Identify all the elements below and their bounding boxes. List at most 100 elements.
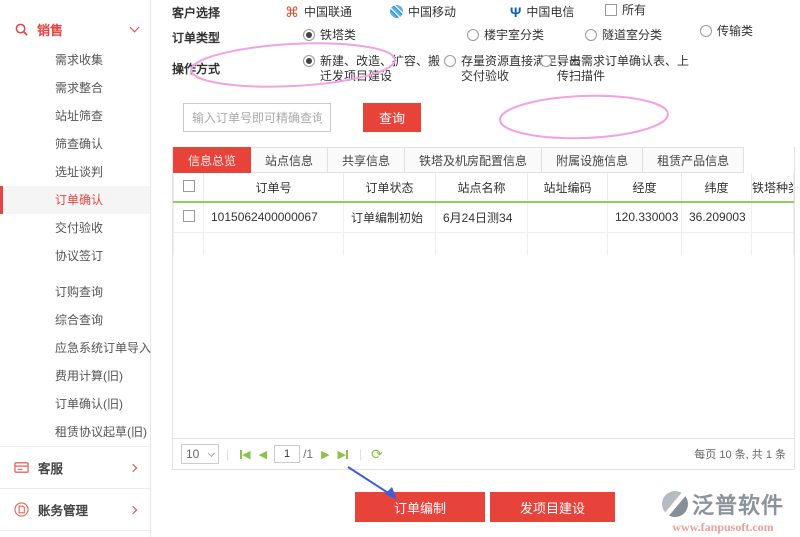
sidebar-section-accounting[interactable]: 账务管理 (0, 488, 150, 530)
order-type-label: 订单类型 (172, 29, 220, 46)
cell-site-code (528, 202, 608, 232)
order-search-input[interactable] (183, 103, 331, 132)
compose-order-button[interactable]: 订单编制 (355, 492, 485, 522)
tab-share-info[interactable]: 共享信息 (328, 147, 405, 173)
operation-export-form-radio[interactable]: 导出需求订单确认表、上传扫描件 (540, 54, 692, 84)
page-size-select[interactable]: 10 (181, 444, 219, 464)
tab-info-overview[interactable]: 信息总览 (173, 147, 251, 173)
col-order-no: 订单号 (204, 173, 344, 202)
prev-page-button[interactable]: ◀ (259, 448, 267, 461)
operation-mode-label: 操作方式 (172, 60, 220, 77)
first-page-button[interactable]: ◀ (240, 448, 250, 461)
cell-tower-type (752, 202, 794, 232)
chevron-down-icon (208, 449, 215, 456)
china-unicom-icon: ⌘ (285, 5, 299, 19)
china-telecom-icon: Ψ (510, 5, 521, 19)
col-site-code: 站址编码 (528, 173, 608, 202)
sidebar-item-purchase-query[interactable]: 订购查询 (0, 278, 150, 306)
sidebar-item-site-screen[interactable]: 站址筛查 (0, 102, 150, 130)
order-type-transmission-radio[interactable]: 传输类 (700, 24, 755, 39)
sidebar-item-emergency-import[interactable]: 应急系统订单导入 (0, 334, 150, 362)
tab-attached-facility[interactable]: 附属设施信息 (542, 147, 643, 173)
col-longitude: 经度 (608, 173, 682, 202)
order-type-building-radio[interactable]: 楼宇室分类 (467, 28, 544, 43)
brand-name: 泛普软件 (692, 488, 784, 520)
col-order-status: 订单状态 (344, 173, 436, 202)
service-card-icon (14, 460, 29, 475)
cell-longitude: 120.330003 (608, 202, 682, 232)
customer-all-checkbox[interactable]: 所有 (605, 3, 646, 18)
sidebar-item-demand-merge[interactable]: 需求整合 (0, 74, 150, 102)
order-panel: 信息总览 站点信息 共享信息 铁塔及机房配置信息 附属设施信息 租赁产品信息 订… (172, 147, 795, 470)
next-page-button[interactable]: ▶ (321, 448, 329, 461)
radio-icon (700, 25, 712, 37)
radio-icon (540, 55, 552, 67)
tab-site-info[interactable]: 站点信息 (251, 147, 328, 173)
radio-checked-icon (303, 55, 315, 67)
last-page-button[interactable]: ▶ (338, 448, 348, 461)
sidebar-customer-service-label: 客服 (38, 458, 130, 477)
query-button[interactable]: 查询 (363, 103, 421, 132)
refresh-icon[interactable]: ⟳ (371, 446, 383, 463)
fanpu-logo-icon (662, 491, 688, 517)
pagination-bar: 10 | ◀ ◀ /1 ▶ ▶ | ⟳ 每页 10 条, 共 1 条 (173, 438, 794, 469)
col-tower-type: 铁塔种类 (752, 173, 794, 202)
sidebar-section-sales[interactable]: 销售 (0, 12, 150, 46)
radio-icon (444, 55, 456, 67)
select-all-checkbox[interactable] (183, 180, 195, 192)
col-latitude: 纬度 (682, 173, 752, 202)
sidebar-item-agreement-sign[interactable]: 协议签订 (0, 242, 150, 270)
cell-site-name: 6月24日测34 (436, 202, 528, 232)
page-number-input[interactable] (274, 445, 300, 463)
sidebar-gap (0, 270, 150, 278)
sidebar-item-fee-calc-old[interactable]: 费用计算(旧) (0, 362, 150, 390)
radio-icon (467, 29, 479, 41)
sidebar-accounting-label: 账务管理 (38, 500, 130, 519)
table-empty-area (173, 255, 794, 438)
sidebar-item-lease-draft-old[interactable]: 租赁协议起草(旧) (0, 418, 150, 446)
pagination-summary: 每页 10 条, 共 1 条 (694, 446, 786, 462)
tab-tower-room-config[interactable]: 铁塔及机房配置信息 (405, 147, 542, 173)
col-site-name: 站点名称 (436, 173, 528, 202)
table-empty-row (174, 232, 794, 255)
order-type-tower-radio[interactable]: 铁塔类 (303, 28, 356, 43)
total-pages-label: /1 (303, 447, 313, 461)
sidebar-item-order-confirm-old[interactable]: 订单确认(旧) (0, 390, 150, 418)
sidebar-item-combined-query[interactable]: 综合查询 (0, 306, 150, 334)
sidebar-item-demand-collect[interactable]: 需求收集 (0, 46, 150, 74)
chevron-right-icon (129, 505, 137, 513)
orders-table: 订单号 订单状态 站点名称 站址编码 经度 纬度 铁塔种类 1015062400… (173, 173, 794, 255)
chevron-right-icon (129, 463, 137, 471)
customer-select-label: 客户选择 (172, 4, 220, 21)
brand-watermark: 泛普软件 www.fanpusoft.com (648, 488, 798, 535)
cell-latitude: 36.209003 (682, 202, 752, 232)
china-mobile-icon (390, 5, 403, 18)
send-project-button[interactable]: 发项目建设 (490, 492, 615, 522)
sidebar-item-screen-confirm[interactable]: 筛查确认 (0, 130, 150, 158)
order-confirmation-page: 销售 需求收集 需求整合 站址筛查 筛查确认 选址谈判 订单确认 交付验收 协议… (0, 0, 800, 537)
cell-order-no: 1015062400000067 (204, 202, 344, 232)
cell-order-status: 订单编制初始 (344, 202, 436, 232)
sidebar-section-site-report[interactable]: 选址报表 (0, 530, 150, 537)
table-row: 1015062400000067 订单编制初始 6月24日测34 120.330… (174, 202, 794, 232)
sidebar: 销售 需求收集 需求整合 站址筛查 筛查确认 选址谈判 订单确认 交付验收 协议… (0, 0, 151, 537)
operation-new-build-radio[interactable]: 新建、改造、扩容、搬迁发项目建设 (303, 54, 443, 84)
radio-icon (585, 29, 597, 41)
row-checkbox[interactable] (183, 210, 195, 222)
search-icon (14, 22, 29, 37)
sidebar-item-delivery-accept[interactable]: 交付验收 (0, 214, 150, 242)
carrier-unicom[interactable]: ⌘ 中国联通 (285, 3, 352, 20)
checkbox-icon (605, 4, 617, 16)
order-type-tunnel-radio[interactable]: 隧道室分类 (585, 28, 662, 43)
carrier-mobile[interactable]: 中国移动 (390, 3, 456, 20)
tab-lease-product[interactable]: 租赁产品信息 (643, 147, 744, 173)
brand-url: www.fanpusoft.com (648, 520, 798, 535)
carrier-telecom[interactable]: Ψ 中国电信 (510, 3, 574, 20)
sidebar-item-site-negotiate[interactable]: 选址谈判 (0, 158, 150, 186)
tab-strip: 信息总览 站点信息 共享信息 铁塔及机房配置信息 附属设施信息 租赁产品信息 (173, 147, 794, 173)
divider: | (359, 447, 362, 461)
chevron-down-icon (130, 23, 140, 33)
divider: | (226, 447, 229, 461)
sidebar-section-customer-service[interactable]: 客服 (0, 446, 150, 488)
sidebar-item-order-confirm[interactable]: 订单确认 (0, 186, 150, 214)
